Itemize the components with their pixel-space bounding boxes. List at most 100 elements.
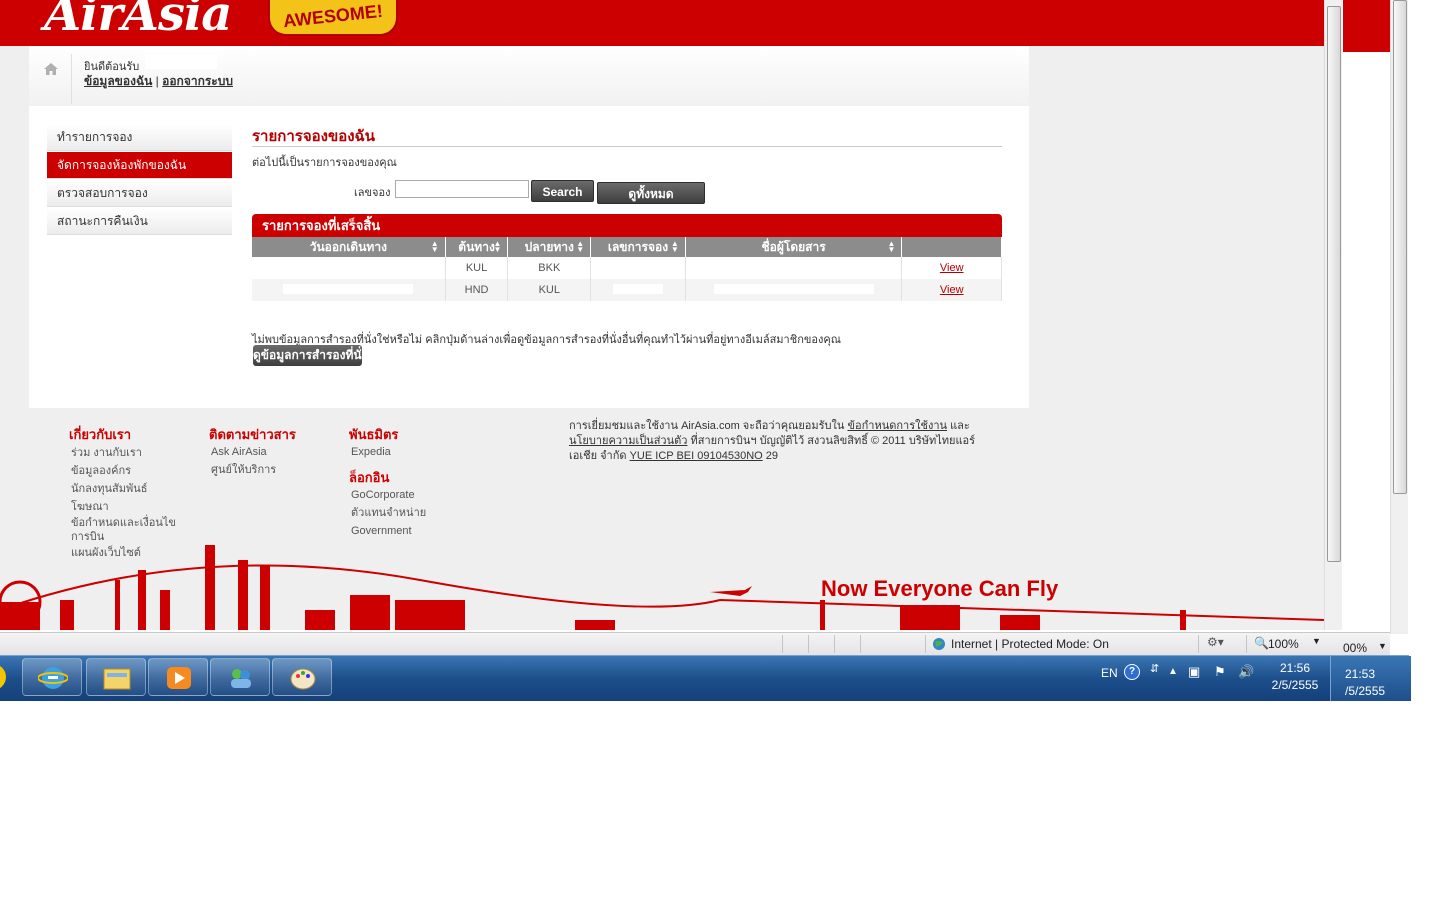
nav-check-booking[interactable]: ตรวจสอบการจอง — [47, 180, 232, 207]
col-action — [901, 237, 1002, 257]
taskbar-paint[interactable] — [272, 658, 332, 696]
footer-link[interactable]: ข้อมูลองค์กร — [71, 462, 191, 480]
folder-icon — [103, 668, 131, 690]
footer-news-title: ติดตามข่าวสาร — [209, 427, 296, 442]
cell-origin: HND — [445, 279, 509, 301]
clock[interactable]: 21:56 2/5/2555 — [1270, 660, 1320, 694]
cell-booking-number — [590, 279, 686, 301]
background-window-banner — [1343, 0, 1390, 52]
windows-taskbar: EN ? ⇵ ▲ ▣ ⚑ 🔊 21:56 2/5/2555 21:53 /5/2… — [0, 655, 1411, 701]
internet-explorer-icon — [38, 667, 68, 689]
footer-partners-list: Expedia — [351, 443, 391, 461]
footer-link[interactable]: โฆษณา — [71, 498, 191, 516]
page-scrollbar[interactable] — [1324, 0, 1342, 630]
security-zone[interactable]: Internet | Protected Mode: On — [951, 637, 1109, 651]
col-departure-date[interactable]: วันออกเดินทาง ▲ ▼ — [252, 237, 446, 257]
show-all-button[interactable]: ดูทั้งหมด — [597, 182, 705, 204]
start-button[interactable] — [0, 664, 6, 690]
table-row: HND KUL View — [252, 279, 1002, 301]
col-origin-label: ต้นทาง — [458, 239, 495, 254]
cell-departure-date — [252, 279, 446, 301]
cell-booking-number — [590, 257, 686, 279]
action-center-icon[interactable]: ⚑ — [1214, 664, 1226, 680]
footer-link[interactable]: Government — [351, 522, 426, 540]
col-origin[interactable]: ต้นทาง ▲ ▼ — [445, 237, 509, 257]
browser-status-bar: Internet | Protected Mode: On ⚙▾ 🔍 100% … — [0, 632, 1390, 655]
cell-action: View — [901, 279, 1002, 301]
main-area: รายการจองของฉัน ต่อไปนี้เป็นรายการจองของ… — [252, 124, 1002, 366]
view-link[interactable]: View — [940, 284, 964, 296]
terms-link[interactable]: ข้อกำหนดการใช้งาน — [847, 420, 947, 432]
view-link[interactable]: View — [940, 262, 964, 274]
user-bar: ยินดีต้อนรับ ข้อมูลของฉัน | ออกจากระบบ — [29, 46, 1029, 106]
footer-link[interactable]: ตัวแทนจำหน่าย — [351, 504, 426, 522]
badge-text: AWESOME! — [282, 0, 384, 32]
col-booking-number[interactable]: เลขการจอง ▲ ▼ — [590, 237, 686, 257]
logout-link[interactable]: ออกจากระบบ — [162, 74, 233, 88]
view-other-bookings-button[interactable]: ดูข้อมูลการสำรองที่นั่ง — [253, 345, 362, 366]
security-settings-icon[interactable]: ⚙▾ — [1207, 635, 1224, 649]
awesome-badge: AWESOME! — [268, 0, 398, 36]
sort-icon: ▲ ▼ — [493, 239, 502, 254]
footer-link[interactable]: ศูนย์ให้บริการ — [211, 461, 276, 479]
privacy-link[interactable]: นโยบายความเป็นส่วนตัว — [569, 435, 687, 447]
search-button[interactable]: Search — [531, 180, 594, 202]
chevron-down-icon[interactable]: ▼ — [1378, 641, 1387, 651]
home-button[interactable] — [37, 54, 72, 104]
top-banner: AirAsia AWESOME! — [0, 0, 1324, 46]
browser-page: AirAsia AWESOME! ยินดีต้อนรับ ข้อมูลของฉ… — [0, 0, 1324, 630]
col-destination[interactable]: ปลายทาง ▲ ▼ — [507, 237, 592, 257]
footer-login-list: GoCorporate ตัวแทนจำหน่าย Government — [351, 486, 426, 540]
zoom-level[interactable]: 100% — [1268, 637, 1299, 651]
scroll-thumb[interactable] — [1327, 6, 1341, 562]
footer-link[interactable]: Ask AirAsia — [211, 443, 276, 461]
footer-link[interactable]: นักลงทุนสัมพันธ์ — [71, 480, 191, 498]
footer-link[interactable]: Expedia — [351, 443, 391, 461]
footer-partners-title: พันธมิตร — [349, 427, 399, 442]
footer-login-title: ล็อกอิน — [349, 470, 390, 485]
bookings-grid: วันออกเดินทาง ▲ ▼ ต้นทาง ▲ ▼ ปลายทาง ▲ ▼ เลขกา… — [252, 237, 1002, 301]
nav-make-booking[interactable]: ทำรายการจอง — [47, 124, 232, 151]
network-icon[interactable]: ▣ — [1188, 664, 1200, 680]
my-info-link[interactable]: ข้อมูลของฉัน — [84, 74, 152, 88]
footer-about-title: เกี่ยวกับเรา — [69, 427, 132, 442]
paint-icon — [290, 668, 316, 690]
user-links: ข้อมูลของฉัน | ออกจากระบบ — [84, 74, 234, 89]
legal-text-3: 29 — [765, 450, 779, 462]
legal-and: และ — [950, 420, 970, 432]
taskbar-explorer[interactable] — [86, 658, 146, 696]
col-passenger-name[interactable]: ชื่อผู้โดยสาร ▲ ▼ — [685, 237, 903, 257]
input-options-icon[interactable]: ⇵ — [1150, 662, 1159, 675]
volume-icon[interactable]: 🔊 — [1238, 664, 1254, 680]
footer-link[interactable]: ร่วม งานกับเรา — [71, 444, 191, 462]
sort-icon: ▲ ▼ — [670, 239, 679, 254]
background-window-scrollbar[interactable] — [1390, 0, 1408, 634]
booking-number-label: เลขจอง — [354, 187, 391, 199]
globe-icon — [933, 638, 945, 650]
sort-icon: ▲ ▼ — [887, 239, 896, 254]
link-separator: | — [155, 74, 159, 88]
footer-link[interactable]: ข้อกำหนดและเงื่อนไข — [71, 516, 191, 530]
icp-link[interactable]: YUE ICP BEI 09104530NO — [630, 450, 763, 462]
nav-manage-booking[interactable]: จัดการจองห้องพักของฉัน — [47, 152, 232, 179]
help-icon[interactable]: ? — [1124, 664, 1140, 680]
clock-time: 21:56 — [1279, 661, 1311, 675]
airasia-logo[interactable]: AirAsia — [44, 0, 232, 42]
show-hidden-icons[interactable]: ▲ — [1168, 666, 1178, 677]
nav-refund-status[interactable]: สถานะการคืนเงิน — [47, 208, 232, 235]
taskbar-ie[interactable] — [22, 658, 82, 696]
col-departure-date-label: วันออกเดินทาง — [309, 239, 387, 254]
scroll-thumb[interactable] — [1393, 0, 1407, 494]
sort-icon: ▲ ▼ — [430, 239, 439, 254]
col-booking-number-label: เลขการจอง — [607, 239, 669, 254]
legal-text-1: การเยี่ยมชมและใช้งาน AirAsia.com จะถือว่… — [569, 420, 845, 432]
slogan: Now Everyone Can Fly — [821, 576, 1059, 601]
taskbar-messenger[interactable] — [210, 658, 270, 696]
taskbar-media-player[interactable] — [148, 658, 208, 696]
cell-destination: KUL — [507, 279, 592, 301]
booking-number-input[interactable] — [395, 180, 529, 198]
zoom-dropdown-icon[interactable]: ▼ — [1312, 636, 1321, 646]
footer-link[interactable]: GoCorporate — [351, 486, 426, 504]
language-indicator[interactable]: EN — [1101, 666, 1118, 680]
cell-action: View — [901, 257, 1002, 279]
